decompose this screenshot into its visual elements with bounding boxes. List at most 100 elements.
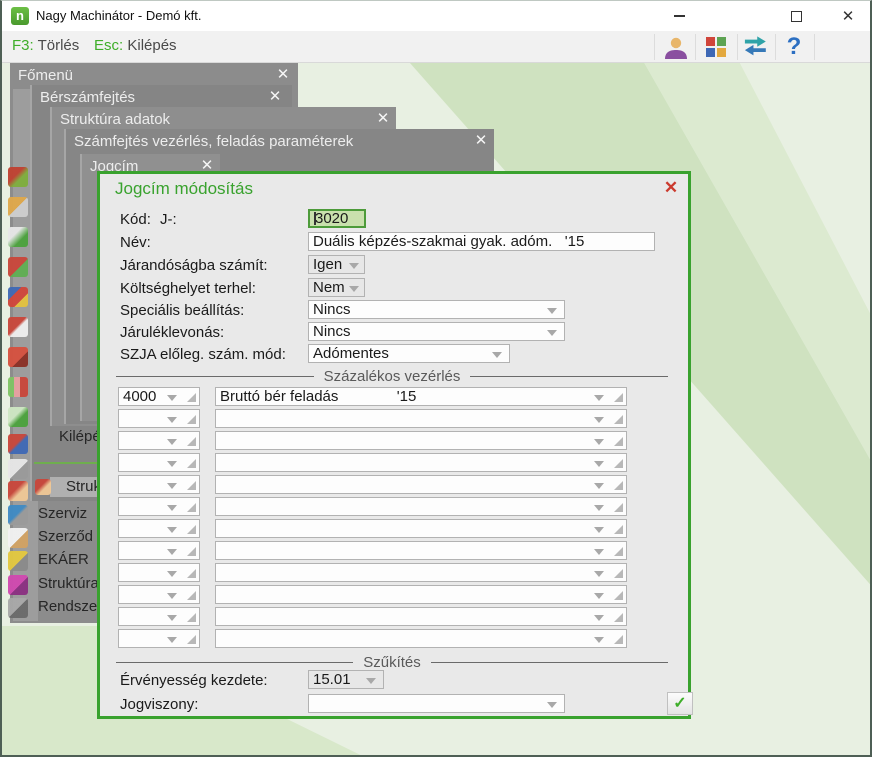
- chevron-down-icon: [167, 395, 177, 401]
- percent-name-select[interactable]: [215, 519, 627, 538]
- toolbar-separator: [775, 34, 776, 60]
- ervenyesseg-value: 15.01: [313, 671, 351, 688]
- percent-code-select[interactable]: [118, 607, 200, 626]
- dialog-close-icon[interactable]: ✕: [660, 178, 682, 198]
- nev-value: Duális képzés-szakmai gyak. adóm. '15: [313, 233, 585, 250]
- menu-item-kilepes[interactable]: Kilépé: [59, 428, 101, 445]
- corner-triangle-icon: [614, 437, 623, 446]
- chevron-down-icon: [594, 615, 604, 621]
- help-icon[interactable]: ?: [781, 35, 807, 59]
- maximize-button[interactable]: [776, 1, 816, 31]
- cart-icon[interactable]: [8, 197, 28, 217]
- percent-name-select[interactable]: [215, 607, 627, 626]
- szja-select[interactable]: Adómentes: [308, 344, 510, 363]
- close-button[interactable]: ✕: [828, 1, 868, 31]
- house-icon[interactable]: [8, 434, 28, 454]
- toolbar-separator: [814, 34, 815, 60]
- plant-icon[interactable]: [8, 227, 28, 247]
- window-struktura-adatok-title: Struktúra adatok: [60, 111, 171, 128]
- jarulek-value: Nincs: [313, 323, 351, 340]
- money-icon[interactable]: [8, 407, 28, 427]
- percent-code-select[interactable]: [118, 453, 200, 472]
- jogviszony-select[interactable]: [308, 694, 565, 713]
- percent-code-select[interactable]: [118, 541, 200, 560]
- menu-item-ekaer[interactable]: EKÁER: [38, 551, 89, 568]
- percent-name-select[interactable]: [215, 453, 627, 472]
- percent-code-select[interactable]: [118, 629, 200, 648]
- chevron-down-icon: [594, 593, 604, 599]
- percent-code-value: 4000: [123, 388, 157, 405]
- menu-item-szerzodesek[interactable]: Szerződ: [38, 528, 93, 545]
- percent-code-select[interactable]: [118, 585, 200, 604]
- percent-code-select[interactable]: [118, 519, 200, 538]
- shortcut-exit[interactable]: Esc: Kilépés: [94, 37, 177, 54]
- specialis-select[interactable]: Nincs: [308, 300, 565, 319]
- apps-icon[interactable]: [703, 35, 729, 59]
- bar-chart-icon[interactable]: [8, 377, 28, 397]
- chevron-down-icon: [492, 352, 502, 358]
- jarulek-select[interactable]: Nincs: [308, 322, 565, 341]
- percent-name-select[interactable]: [215, 409, 627, 428]
- chevron-down-icon: [167, 483, 177, 489]
- clipboard-icon[interactable]: [8, 317, 28, 337]
- specialis-value: Nincs: [313, 301, 351, 318]
- ervenyesseg-select[interactable]: 15.01: [308, 670, 384, 689]
- percent-name-select[interactable]: [215, 475, 627, 494]
- percent-name-select[interactable]: [215, 629, 627, 648]
- basket-icon[interactable]: [8, 167, 28, 187]
- chevron-down-icon: [167, 549, 177, 555]
- chevron-down-icon: [366, 678, 376, 684]
- menu-item-rendszer[interactable]: Rendsze: [38, 598, 97, 615]
- window-szamfejtes-vezerles-close-icon[interactable]: ✕: [472, 132, 490, 149]
- menu-item-struktura[interactable]: Struktúra: [38, 575, 99, 592]
- cube-icon[interactable]: [8, 287, 28, 307]
- corner-triangle-icon: [187, 569, 196, 578]
- mail-icon[interactable]: [8, 459, 28, 479]
- shortcut-delete[interactable]: F3: Törlés: [12, 37, 79, 54]
- window-fomenu-close-icon[interactable]: ✕: [274, 66, 292, 83]
- contract-icon[interactable]: [8, 528, 28, 548]
- corner-triangle-icon: [187, 547, 196, 556]
- menu-item-szerviz[interactable]: Szerviz: [38, 505, 87, 522]
- szja-value: Adómentes: [313, 345, 389, 362]
- nev-input[interactable]: Duális képzés-szakmai gyak. adóm. '15: [308, 232, 655, 251]
- minimize-button[interactable]: [659, 1, 699, 31]
- filter-section-title: Szűkítés: [363, 654, 421, 671]
- percent-name-select[interactable]: [215, 431, 627, 450]
- percent-code-select[interactable]: [118, 497, 200, 516]
- confirm-button[interactable]: ✓: [667, 692, 693, 715]
- percent-code-select[interactable]: [118, 409, 200, 428]
- percent-name-select[interactable]: [215, 585, 627, 604]
- percent-code-select[interactable]: 4000: [118, 387, 200, 406]
- close-icon: ✕: [841, 7, 855, 25]
- person-icon[interactable]: [8, 481, 28, 501]
- percent-code-select[interactable]: [118, 431, 200, 450]
- percent-name-value: Bruttó bér feladás '15: [220, 388, 417, 405]
- jarandosag-select[interactable]: Igen: [308, 255, 365, 274]
- koltseghely-value: Nem: [313, 279, 345, 296]
- truck-icon[interactable]: [8, 551, 28, 571]
- user-icon[interactable]: [663, 35, 689, 59]
- percent-name-select[interactable]: Bruttó bér feladás '15: [215, 387, 627, 406]
- dialog-title: Jogcím módosítás: [115, 179, 253, 198]
- window-berszamfejtes-title: Bérszámfejtés: [40, 89, 136, 106]
- window-berszamfejtes-close-icon[interactable]: ✕: [266, 88, 284, 105]
- koltseghely-select[interactable]: Nem: [308, 278, 365, 297]
- percent-code-select[interactable]: [118, 563, 200, 582]
- percent-name-select[interactable]: [215, 563, 627, 582]
- percent-name-select[interactable]: [215, 497, 627, 516]
- chevron-down-icon: [594, 461, 604, 467]
- kod-label: Kód:: [120, 211, 151, 228]
- swap-arrows-icon[interactable]: [743, 35, 769, 59]
- tools-icon[interactable]: [8, 505, 28, 525]
- book-icon[interactable]: [8, 347, 28, 367]
- kod-input[interactable]: 3020: [308, 209, 366, 228]
- gears-icon[interactable]: [8, 598, 28, 618]
- percent-name-select[interactable]: [215, 541, 627, 560]
- percent-code-select[interactable]: [118, 475, 200, 494]
- window-struktura-adatok-close-icon[interactable]: ✕: [374, 110, 392, 127]
- chevron-down-icon: [594, 483, 604, 489]
- pie-chart-icon[interactable]: [8, 257, 28, 277]
- corner-triangle-icon: [614, 459, 623, 468]
- prism-icon[interactable]: [8, 575, 28, 595]
